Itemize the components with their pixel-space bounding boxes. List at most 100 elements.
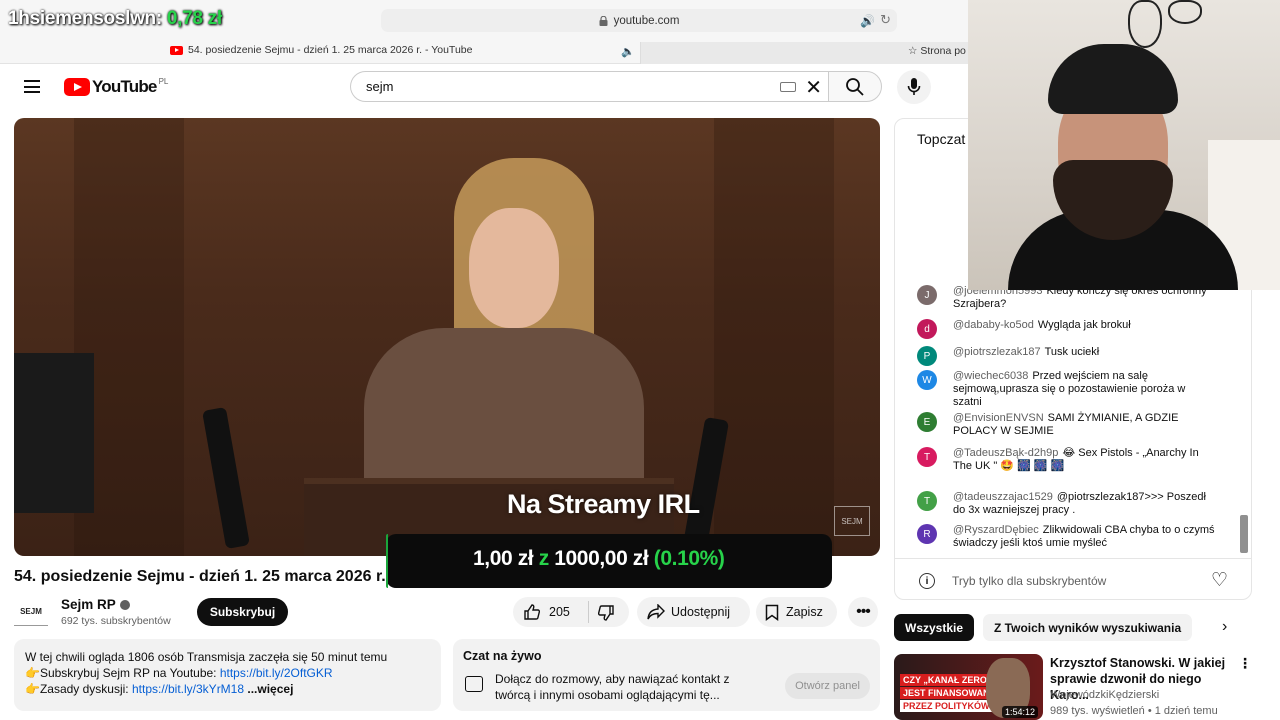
youtube-favicon-icon [170, 45, 183, 55]
thumbs-up-icon [524, 604, 541, 620]
description-box[interactable]: W tej chwili ogląda 1806 osób Transmisja… [14, 639, 441, 711]
subscribe-button[interactable]: Subskrybuj [197, 598, 288, 626]
description-line: 👉Subskrybuj Sejm RP na Youtube: https://… [25, 666, 333, 680]
share-button[interactable]: Udostępnij [637, 597, 750, 627]
clear-search-icon[interactable]: ✕ [805, 75, 822, 100]
search-icon [846, 77, 864, 96]
voice-search-button[interactable] [897, 70, 931, 104]
info-icon[interactable]: i [919, 573, 935, 589]
chat-input-area: i Tryb tylko dla subskrybentów ♡ [895, 558, 1251, 599]
chat-author[interactable]: @RyszardDębiec [953, 524, 1039, 536]
search-button[interactable] [828, 71, 882, 102]
chat-message: T @TadeuszBąk-d2h9p 😂 Sex Pistols - „Anarc… [917, 447, 1217, 473]
chat-avatar[interactable]: d [917, 319, 937, 339]
audio-playing-icon[interactable]: 🔊 [860, 14, 875, 28]
video-duration: 1:54:12 [1001, 706, 1038, 718]
chat-author[interactable]: @TadeuszBąk-d2h9p [953, 447, 1058, 459]
share-icon [647, 604, 665, 620]
country-code: PL [158, 76, 169, 86]
chat-author[interactable]: @wiechec6038 [953, 370, 1028, 382]
donation-goal-text: 1,00 zł z 1000,00 zł (0.10%) [473, 547, 725, 571]
chat-mode-selector[interactable]: Topczat [917, 131, 965, 147]
chat-avatar[interactable]: R [917, 524, 937, 544]
chat-avatar[interactable]: J [917, 285, 937, 305]
donation-percent: (0.10%) [653, 547, 725, 570]
chat-author[interactable]: @EnvisionENVSN [953, 412, 1044, 424]
chat-avatar[interactable]: T [917, 491, 937, 511]
keyboard-icon[interactable] [780, 82, 796, 92]
dislike-button[interactable] [597, 604, 615, 625]
chat-message: P @piotrszlezak187 Tusk uciekł [917, 346, 1217, 366]
chat-bubble-icon [465, 676, 483, 692]
thumb-text: PRZEZ POLITYKÓW [900, 700, 993, 712]
chat-message: d @dababy-ko5od Wygląda jak brokuł [917, 319, 1217, 339]
chip-all[interactable]: Wszystkie [894, 614, 975, 641]
tab-youtube[interactable]: 54. posiedzenie Sejmu - dzień 1. 25 marc… [170, 44, 472, 56]
channel-name[interactable]: Sejm RP [61, 597, 130, 612]
divider [588, 601, 589, 623]
chat-author[interactable]: @dababy-ko5od [953, 319, 1034, 331]
search-input[interactable]: sejm ✕ [350, 71, 834, 102]
chat-input-placeholder: Tryb tylko dla subskrybentów [952, 574, 1107, 588]
save-button[interactable]: Zapisz [756, 597, 837, 627]
streamer-cap [1048, 44, 1178, 114]
url-text: youtube.com [613, 14, 680, 27]
address-bar[interactable]: youtube.com 🔊 ↻ [381, 9, 897, 32]
thumbs-down-icon [597, 605, 614, 621]
thumb-text: CZY „KANAŁ ZERO” [900, 674, 995, 686]
chevron-right-icon[interactable]: › [1222, 618, 1227, 636]
like-dislike-group: 205 [513, 597, 629, 627]
chat-message: E @EnvisionENVSN SAMI ŻYMIANIE, A GDZIE PO… [917, 412, 1217, 438]
recommendation-thumbnail[interactable]: CZY „KANAŁ ZERO” JEST FINANSOWANY PRZEZ … [894, 654, 1043, 720]
reload-icon[interactable]: ↻ [880, 12, 891, 28]
thumb-text: JEST FINANSOWANY [900, 687, 999, 699]
chat-avatar[interactable]: W [917, 370, 937, 390]
chat-message: T @tadeuszzajac1529 @piotrszlezak187>>> Po… [917, 491, 1217, 517]
stream-overlay-title: Na Streamy IRL [507, 489, 700, 519]
chat-author[interactable]: @tadeuszzajac1529 [953, 491, 1053, 503]
chat-author[interactable]: @piotrszlezak187 [953, 346, 1041, 358]
chat-message: R @RyszardDębiec Zlikwidowali CBA chyba to… [917, 524, 1217, 550]
subscribe-link[interactable]: https://bit.ly/2OftGKR [220, 666, 333, 680]
microphone-stand [202, 406, 250, 550]
donation-current: 1,00 zł [473, 547, 534, 570]
tab-title: 54. posiedzenie Sejmu - dzień 1. 25 marc… [188, 44, 473, 56]
chip-from-your-search[interactable]: Z Twoich wyników wyszukiwania [983, 614, 1193, 641]
search-value: sejm [366, 79, 394, 94]
lamp-shape [1128, 0, 1162, 48]
chat-avatar[interactable]: P [917, 346, 937, 366]
bookmark-icon [765, 604, 779, 621]
description-line: 👉Zasady dyskusji: https://bit.ly/3kYrM18… [25, 682, 294, 696]
chat-avatar[interactable]: T [917, 447, 937, 467]
like-button[interactable] [523, 603, 541, 624]
description-line: W tej chwili ogląda 1806 osób Transmisja… [25, 650, 388, 664]
more-vertical-icon[interactable]: ⋮ [1238, 655, 1252, 672]
verified-icon [119, 599, 130, 610]
youtube-play-icon [64, 78, 90, 96]
sejm-watermark: SEJM [834, 506, 870, 536]
donation-separator: z [538, 547, 550, 570]
tab-speaker-icon[interactable]: 🔈 [621, 45, 635, 58]
video-player[interactable] [14, 118, 880, 556]
donation-goal: 1000,00 zł [554, 547, 649, 570]
microphone-icon [907, 78, 921, 95]
more-actions-button[interactable]: ••• [848, 597, 878, 627]
bookmark-star-icon: ☆ [908, 45, 918, 57]
like-count: 205 [549, 605, 570, 619]
chat-message: W @wiechec6038 Przed wejściem na salę sejm… [917, 370, 1217, 409]
youtube-logo[interactable]: YouTube PL [64, 77, 168, 97]
recommendation-channel[interactable]: WojewódzkiKędzierski [1050, 689, 1159, 701]
menu-icon[interactable] [24, 80, 40, 93]
live-chat-card-title: Czat na żywo [463, 649, 542, 663]
donor-name: 1hsiemensoslwn: [8, 8, 162, 29]
show-more-link[interactable]: ...więcej [247, 682, 293, 696]
speaker-face [469, 208, 559, 328]
chat-scrollbar[interactable] [1240, 515, 1248, 553]
channel-avatar[interactable]: SEJM [14, 598, 48, 626]
rules-link[interactable]: https://bit.ly/3kYrM18 [132, 682, 244, 696]
donation-progress-fill [386, 534, 388, 588]
chat-avatar[interactable]: E [917, 412, 937, 432]
heart-icon[interactable]: ♡ [1211, 569, 1228, 592]
open-panel-button[interactable]: Otwórz panel [785, 673, 870, 699]
tab-2-title[interactable]: ☆ Strona po [908, 45, 966, 57]
